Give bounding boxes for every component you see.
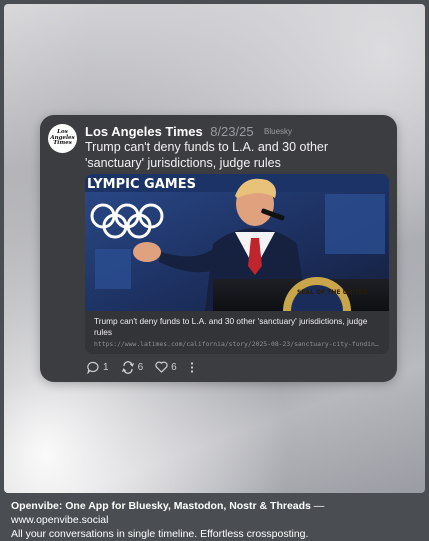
like-button[interactable]: 6	[155, 361, 177, 373]
promo-footer: Openvibe: One App for Bluesky, Mastodon,…	[11, 499, 421, 541]
promo-separator: —	[310, 500, 325, 512]
link-preview-card[interactable]: LYMPIC GAMES SEAL OF THE UNITED Trump ca…	[85, 174, 389, 354]
author-name[interactable]: Los Angeles Times	[85, 124, 203, 139]
promo-headline: Openvibe: One App for Bluesky, Mastodon,…	[11, 499, 421, 527]
post-text: Trump can't deny funds to L.A. and 30 ot…	[85, 140, 329, 170]
more-options-button[interactable]	[189, 361, 198, 374]
reply-button[interactable]: 1	[87, 361, 109, 374]
promo-tagline: All your conversations in single timelin…	[11, 528, 309, 540]
repost-count: 6	[137, 361, 144, 373]
like-count: 6	[171, 361, 177, 373]
repost-button[interactable]: 6	[121, 360, 144, 374]
background-gradient: Los Angeles Times Los Angeles Times 8/23…	[4, 4, 425, 493]
link-info[interactable]: Trump can't deny funds to L.A. and 30 ot…	[85, 311, 389, 354]
post-card[interactable]: Los Angeles Times Los Angeles Times 8/23…	[40, 115, 397, 382]
reply-icon	[87, 361, 99, 374]
link-url: https://www.latimes.com/california/story…	[94, 340, 382, 348]
reply-count: 1	[103, 361, 109, 373]
post-image: LYMPIC GAMES SEAL OF THE UNITED	[85, 174, 389, 311]
repost-icon	[121, 360, 134, 374]
promo-url[interactable]: www.openvibe.social	[11, 514, 108, 526]
post-actions: 1 6 6	[87, 360, 210, 374]
more-vertical-icon	[190, 361, 193, 373]
avatar-logo: Los Angeles Times	[50, 129, 75, 147]
author-avatar[interactable]: Los Angeles Times	[48, 124, 77, 153]
link-title: Trump can't deny funds to L.A. and 30 ot…	[94, 316, 368, 337]
promo-title: Openvibe: One App for Bluesky, Mastodon,…	[11, 500, 311, 512]
post-date: 8/23/25	[210, 124, 254, 139]
post-header: Los Angeles Times 8/23/25 Bluesky	[85, 123, 387, 139]
network-badge: Bluesky	[264, 127, 293, 136]
banner-text: LYMPIC GAMES	[87, 177, 196, 192]
seal-text: SEAL OF THE UNITED	[297, 289, 368, 296]
heart-icon	[155, 361, 168, 373]
